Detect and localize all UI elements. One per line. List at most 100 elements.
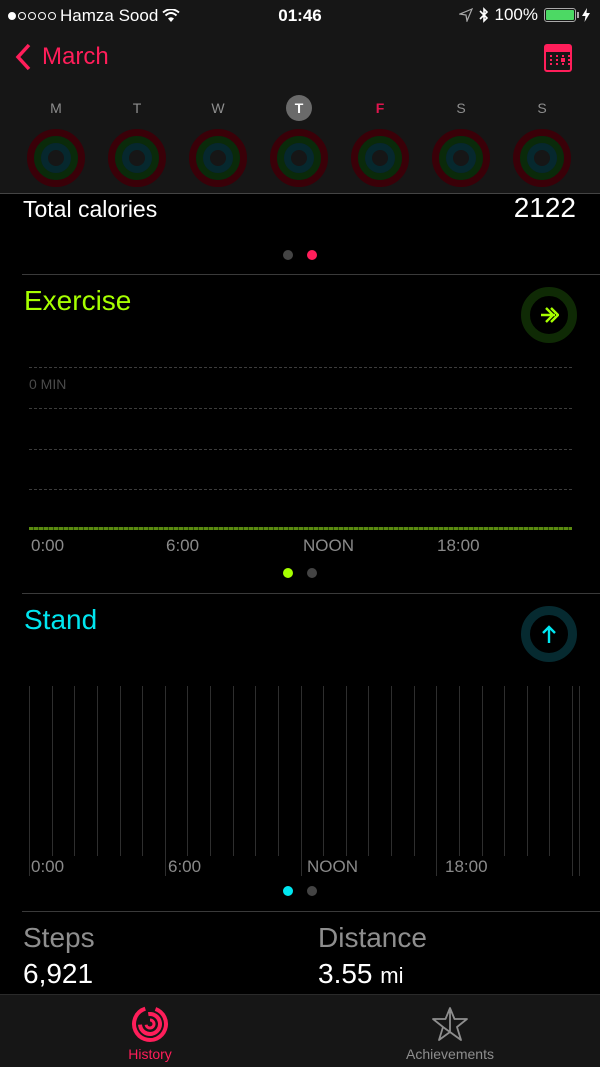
activity-rings-icon <box>513 129 571 187</box>
arrow-up-icon <box>542 625 556 643</box>
page-dot <box>307 886 317 896</box>
stand-hour-line <box>458 686 460 856</box>
day-label: S <box>456 100 466 116</box>
battery-icon <box>544 8 579 22</box>
tab-achievements[interactable]: Achievements <box>300 995 600 1062</box>
distance-value: 3.55 mi <box>318 958 404 989</box>
stand-hour-line <box>29 686 30 876</box>
stand-hour-line <box>74 686 76 856</box>
double-chevron-right-icon <box>541 307 559 323</box>
stand-hour-line <box>51 686 53 856</box>
exercise-gridline <box>29 489 572 490</box>
exercise-page-indicator[interactable] <box>0 568 600 578</box>
stand-hour-line <box>187 686 189 856</box>
day-tuesday[interactable]: T <box>107 95 167 187</box>
tab-label: History <box>128 1046 172 1062</box>
stand-x-label: 0:00 <box>31 857 65 876</box>
exercise-y-label: 0 MIN <box>29 376 67 392</box>
total-calories-value: 2122 <box>513 192 576 223</box>
exercise-x-label: 6:00 <box>166 536 200 555</box>
stand-x-label: 18:00 <box>445 857 488 876</box>
stand-hour-line <box>142 686 144 856</box>
day-label: S <box>537 100 547 116</box>
stand-hour-line <box>368 686 370 856</box>
exercise-gridline <box>29 367 572 368</box>
tab-history[interactable]: History <box>0 995 300 1062</box>
stand-hour-line <box>436 686 438 876</box>
day-thursday[interactable]: T <box>269 95 329 187</box>
page-dot <box>307 568 317 578</box>
stand-badge[interactable] <box>521 606 577 662</box>
bolt-icon <box>582 8 590 22</box>
steps-value: 6,921 <box>23 958 94 989</box>
stand-x-label: NOON <box>307 857 358 876</box>
back-label: March <box>42 43 109 70</box>
divider <box>22 593 600 594</box>
battery-percent: 100% <box>494 5 538 24</box>
stand-hour-line <box>164 686 166 876</box>
stand-title: Stand <box>24 604 98 635</box>
divider <box>22 911 600 912</box>
stand-hour-line <box>300 686 302 876</box>
exercise-baseline <box>29 527 572 530</box>
day-label-selected: F <box>375 100 385 116</box>
stand-hour-line <box>549 686 551 856</box>
day-sunday[interactable]: S <box>512 95 572 187</box>
activity-rings-icon <box>270 129 328 187</box>
day-label: W <box>211 100 225 116</box>
day-friday[interactable]: F <box>350 95 410 187</box>
exercise-gridline <box>29 408 572 409</box>
day-label: M <box>50 100 62 116</box>
back-button[interactable]: March <box>14 42 109 72</box>
header: Hamza Sood 01:46 100% March M T W T F S … <box>0 0 600 194</box>
activity-rings-icon <box>432 129 490 187</box>
stand-hour-line <box>255 686 257 856</box>
divider <box>0 193 600 194</box>
exercise-x-label: NOON <box>303 536 354 555</box>
calendar-icon <box>546 46 570 52</box>
day-monday[interactable]: M <box>26 95 86 187</box>
divider <box>22 274 600 275</box>
stand-hour-line <box>119 686 121 856</box>
tab-label: Achievements <box>406 1046 494 1062</box>
steps-label: Steps <box>23 922 95 953</box>
stand-hour-line <box>277 686 279 856</box>
page-dot <box>283 250 293 260</box>
star-icon <box>432 1007 468 1041</box>
stand-page-indicator[interactable] <box>0 886 600 896</box>
day-wednesday[interactable]: W <box>188 95 248 187</box>
stand-hour-line <box>210 686 211 856</box>
stand-hour-line <box>96 686 98 856</box>
exercise-title: Exercise <box>24 285 132 316</box>
day-saturday[interactable]: S <box>431 95 491 187</box>
location-arrow-icon <box>458 8 473 22</box>
stand-hour-line <box>504 686 506 856</box>
stand-hour-line <box>481 686 483 856</box>
stand-hour-line <box>526 686 528 856</box>
stand-hour-line <box>572 686 573 876</box>
bluetooth-icon <box>478 7 488 23</box>
distance-unit: mi <box>380 963 404 988</box>
activity-rings-icon <box>132 1006 168 1042</box>
stand-hour-line <box>232 686 234 856</box>
move-page-indicator[interactable] <box>0 250 600 260</box>
day-label: T <box>132 100 142 116</box>
activity-rings-icon <box>351 129 409 187</box>
stand-end-line <box>579 686 580 876</box>
activity-rings-icon <box>189 129 247 187</box>
exercise-badge[interactable] <box>521 287 577 343</box>
day-label-today: T <box>286 95 312 121</box>
activity-rings-icon <box>108 129 166 187</box>
calendar-button[interactable] <box>544 44 572 72</box>
total-calories-label: Total calories <box>23 196 158 222</box>
stand-hour-line <box>413 686 415 856</box>
stand-hour-line <box>323 686 325 856</box>
exercise-x-label: 18:00 <box>437 536 480 555</box>
stand-hour-line <box>345 686 347 856</box>
activity-rings-icon <box>27 129 85 187</box>
exercise-gridline <box>29 449 572 450</box>
chevron-left-icon <box>15 43 31 71</box>
tab-bar: History Achievements <box>0 994 600 1067</box>
stand-hour-line <box>391 686 392 856</box>
page-dot-active <box>283 886 293 896</box>
